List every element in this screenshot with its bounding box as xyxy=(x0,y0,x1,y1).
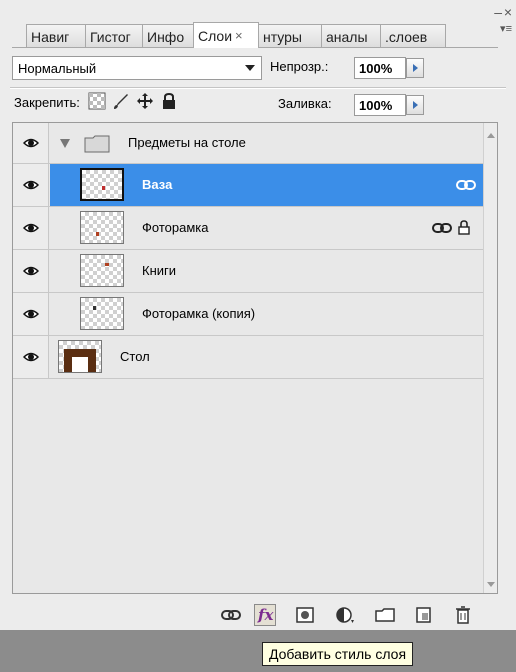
layer-name: Книги xyxy=(142,263,177,278)
panel-menu-icon[interactable]: ▾≡ xyxy=(500,22,512,35)
window-controls: – × ▾≡ xyxy=(490,4,512,36)
eye-icon[interactable] xyxy=(23,137,39,149)
expand-triangle-icon[interactable] xyxy=(60,139,70,148)
opacity-label: Непрозр.: xyxy=(270,59,329,74)
layer-thumbnail xyxy=(80,254,124,287)
tooltip: Добавить стиль слоя xyxy=(262,642,414,666)
lock-transparency-icon[interactable] xyxy=(88,92,106,110)
tab-info[interactable]: Инфо xyxy=(142,24,194,48)
close-icon[interactable]: × xyxy=(504,4,512,20)
layer-name: Предметы на столе xyxy=(128,135,246,150)
layer-row-photoframe[interactable]: Фоторамка xyxy=(13,207,483,250)
layer-content[interactable]: Предметы на столе xyxy=(50,123,483,163)
link-icon xyxy=(456,180,476,190)
divider xyxy=(10,88,506,89)
layer-row-books[interactable]: Книги xyxy=(13,250,483,293)
layer-content[interactable]: Фоторамка xyxy=(50,207,483,249)
chevron-down-icon xyxy=(245,65,255,71)
lock-pixels-brush-icon[interactable] xyxy=(112,92,130,110)
link-icon xyxy=(432,223,452,233)
close-tab-icon[interactable]: × xyxy=(235,28,243,43)
minimize-icon[interactable]: – xyxy=(494,4,502,20)
tab-layers[interactable]: Слои × xyxy=(193,22,259,48)
opacity-slider-button[interactable] xyxy=(406,58,424,78)
fill-input[interactable]: 100% xyxy=(354,94,406,116)
fill-slider-button[interactable] xyxy=(406,95,424,115)
lock-all-icon[interactable] xyxy=(160,92,178,110)
layer-content[interactable]: Фоторамка (копия) xyxy=(50,293,483,335)
visibility-cell[interactable] xyxy=(13,207,49,249)
layers-panel: – × ▾≡ Навиг Гистог Инфо Слои × нтуры ана… xyxy=(0,0,516,672)
blend-mode-select[interactable]: Нормальный xyxy=(12,56,262,80)
table-thumbnail-icon xyxy=(64,349,96,372)
layer-thumbnail xyxy=(80,168,124,201)
add-layer-style-button[interactable]: fx xyxy=(254,604,276,626)
layer-content[interactable]: Книги xyxy=(50,250,483,292)
lock-position-move-icon[interactable] xyxy=(136,92,154,110)
opacity-input[interactable]: 100% xyxy=(354,57,406,79)
layer-thumbnail xyxy=(80,297,124,330)
eye-icon[interactable] xyxy=(23,179,39,191)
lock-label: Закрепить: xyxy=(14,95,80,110)
tab-layer-comps[interactable]: .слоев xyxy=(380,24,446,48)
layers-list[interactable]: Предметы на столе Ваза Фоторамка Книги Ф… xyxy=(12,122,498,594)
scroll-up-icon[interactable] xyxy=(487,133,495,138)
visibility-cell[interactable] xyxy=(13,164,49,206)
eye-icon[interactable] xyxy=(23,222,39,234)
layer-name: Ваза xyxy=(142,177,173,192)
scrollbar[interactable] xyxy=(483,123,497,593)
layer-content[interactable]: Ваза xyxy=(50,164,483,206)
layer-name: Фоторамка (копия) xyxy=(142,306,256,321)
eye-icon[interactable] xyxy=(23,265,39,277)
fx-icon: fx xyxy=(258,606,274,624)
lock-icon xyxy=(458,220,470,235)
layer-name: Стол xyxy=(120,349,150,364)
layer-group-row[interactable]: Предметы на столе xyxy=(13,123,483,164)
new-group-folder-icon[interactable] xyxy=(374,604,396,626)
layer-row-table[interactable]: Стол xyxy=(13,336,483,379)
tab-navigator[interactable]: Навиг xyxy=(26,24,86,48)
visibility-cell[interactable] xyxy=(13,250,49,292)
layer-row-photoframe-copy[interactable]: Фоторамка (копия) xyxy=(13,293,483,336)
tab-paths[interactable]: нтуры xyxy=(258,24,322,48)
status-bar xyxy=(0,630,516,672)
layers-toolbar: fx xyxy=(12,600,498,630)
visibility-cell[interactable] xyxy=(13,293,49,335)
new-layer-icon[interactable] xyxy=(412,604,434,626)
scroll-down-icon[interactable] xyxy=(487,582,495,587)
layer-row-vase[interactable]: Ваза xyxy=(13,164,483,207)
layer-thumbnail xyxy=(80,211,124,244)
eye-icon[interactable] xyxy=(23,308,39,320)
eye-icon[interactable] xyxy=(23,351,39,363)
add-mask-icon[interactable] xyxy=(294,604,316,626)
tab-channels[interactable]: аналы xyxy=(321,24,381,48)
visibility-cell[interactable] xyxy=(13,336,49,378)
layer-thumbnail xyxy=(58,340,102,373)
visibility-cell[interactable] xyxy=(13,123,49,163)
tab-histogram[interactable]: Гистог xyxy=(85,24,143,48)
layer-name: Фоторамка xyxy=(142,220,209,235)
adjustment-layer-icon[interactable] xyxy=(334,604,356,626)
panel-tabs: Навиг Гистог Инфо Слои × нтуры аналы .сло… xyxy=(26,22,446,48)
fill-label: Заливка: xyxy=(278,96,332,111)
layer-content[interactable]: Стол xyxy=(50,336,483,378)
link-layers-icon[interactable] xyxy=(220,604,242,626)
folder-icon xyxy=(84,135,110,153)
trash-icon[interactable] xyxy=(452,604,474,626)
